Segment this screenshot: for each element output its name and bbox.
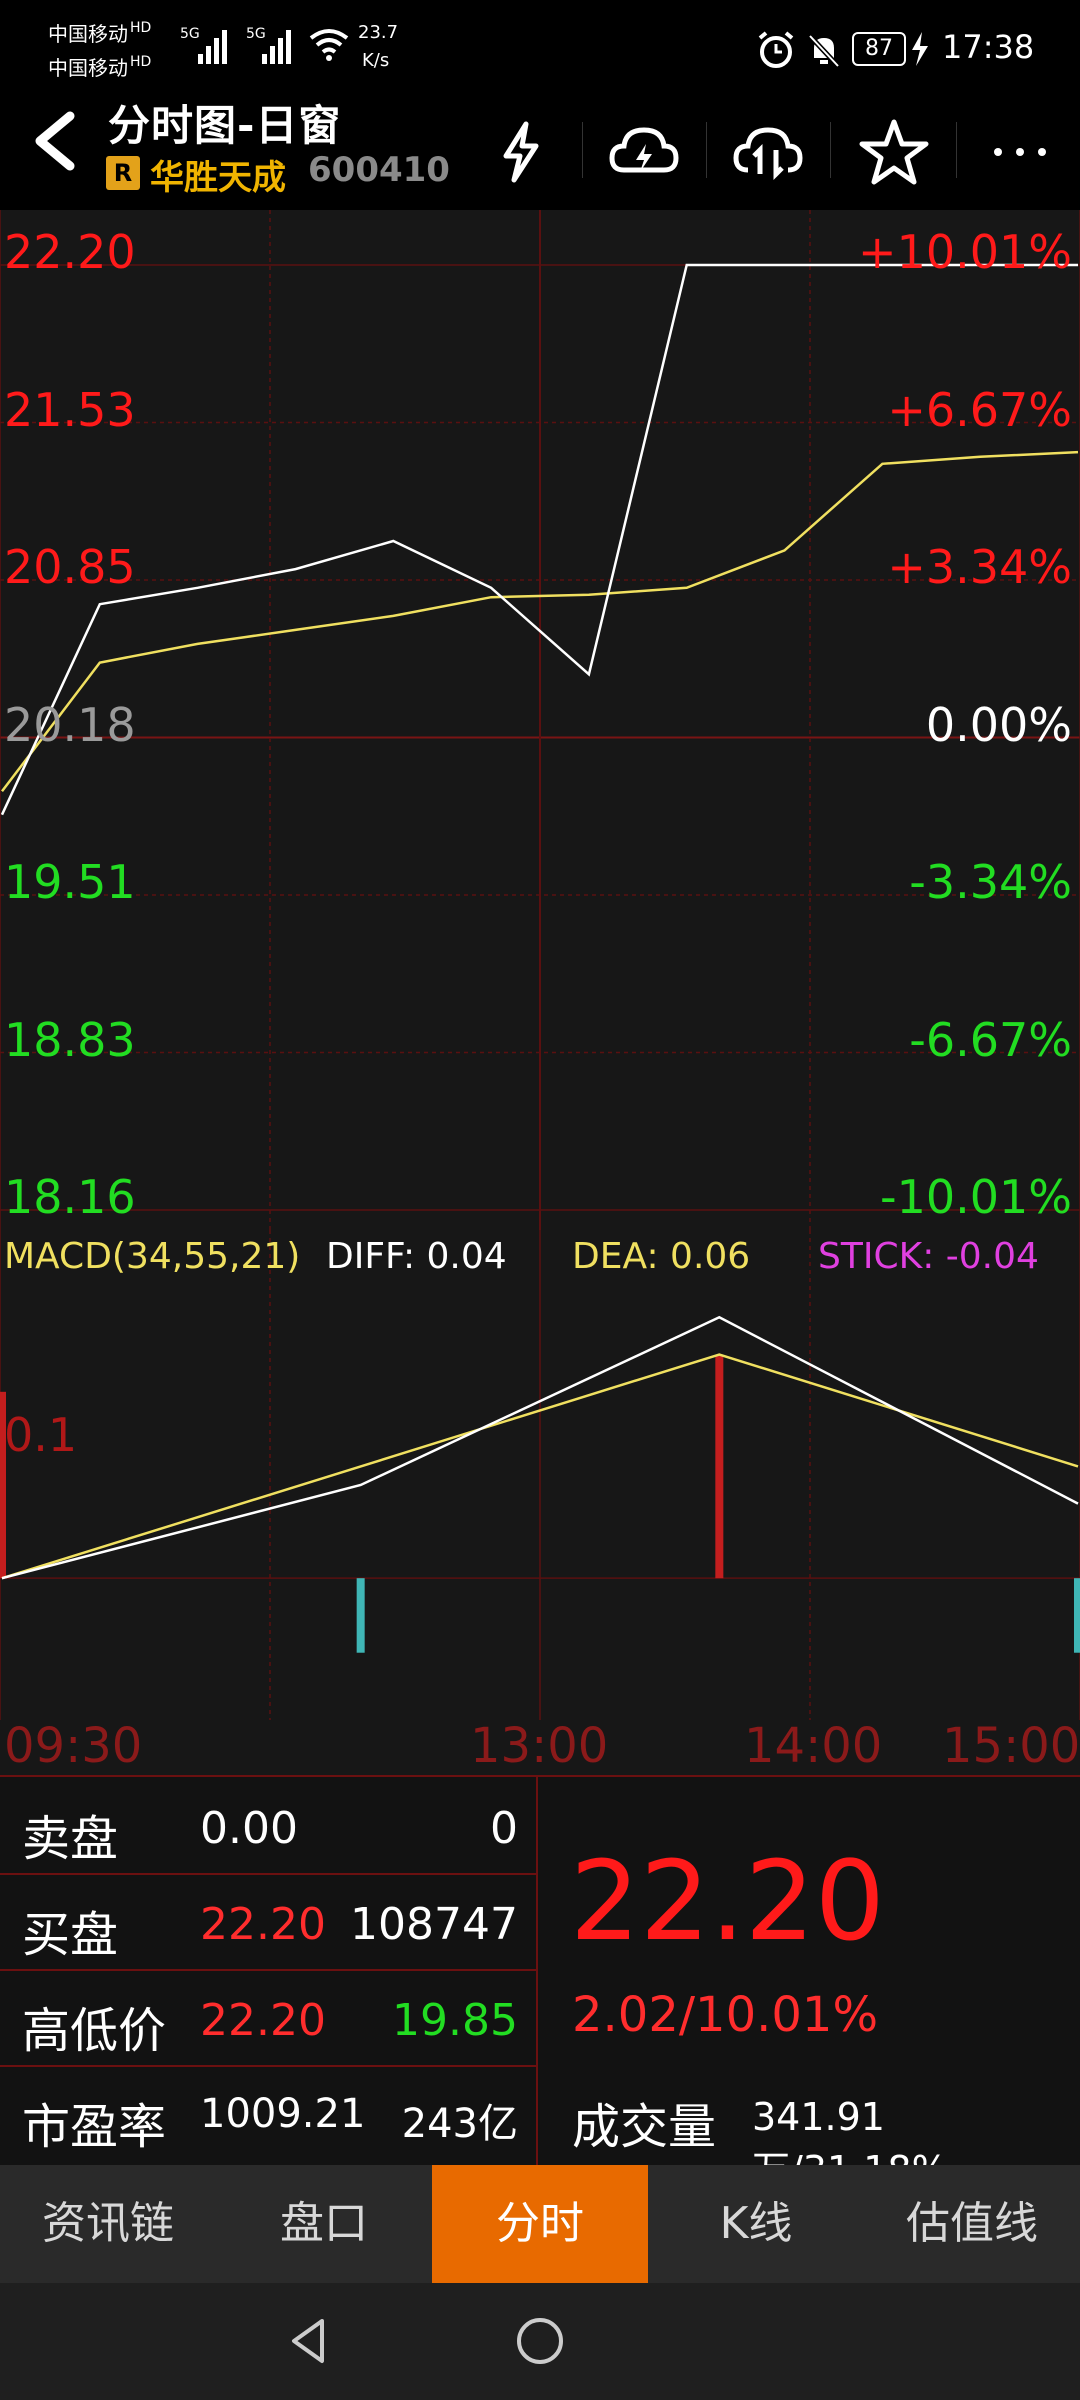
time-label-1300: 13:00 <box>470 1718 609 1774</box>
tab-intraday[interactable]: 分时 <box>432 2165 648 2283</box>
diff-label: DIFF: 0.04 <box>326 1236 507 1277</box>
header-divider <box>706 122 707 178</box>
quote-divider <box>536 1777 538 2167</box>
price-change: 2.02/10.01% <box>572 1987 879 2043</box>
percent-tick-label: -6.67% <box>909 1012 1072 1067</box>
more-icon[interactable] <box>982 114 1058 190</box>
signal-icon-2 <box>262 30 291 64</box>
charging-icon <box>912 32 928 66</box>
battery-indicator: 87 <box>852 32 906 66</box>
buy-label: 买盘 <box>22 1907 119 1963</box>
price-tick-label: 20.18 <box>4 697 136 752</box>
price-tick-label: 18.83 <box>4 1012 136 1067</box>
macd-grid <box>0 1230 1080 1720</box>
buy-price: 22.20 <box>200 1899 326 1950</box>
macd-label: MACD(34,55,21) <box>4 1236 301 1277</box>
hd-badge-1: HD <box>130 20 152 36</box>
system-nav-bar <box>0 2283 1080 2400</box>
time-label-1400: 14:00 <box>744 1718 883 1774</box>
stick-label: STICK: -0.04 <box>818 1236 1039 1277</box>
price-tick-label: 19.51 <box>4 855 136 909</box>
wifi-icon <box>309 29 349 61</box>
last-price: 22.20 <box>570 1837 885 1965</box>
lightning-icon[interactable] <box>482 114 558 190</box>
header-divider <box>956 122 957 178</box>
macd-stick-bar <box>356 1578 365 1653</box>
percent-tick-label: -3.34% <box>909 855 1072 909</box>
market-cap: 243亿 <box>401 2101 518 2147</box>
macd-chart[interactable] <box>0 1230 1080 1720</box>
bottom-tab-bar: 资讯链 盘口 分时 K线 估值线 <box>0 2165 1080 2283</box>
tab-valuation[interactable]: 估值线 <box>864 2165 1080 2283</box>
price-grid <box>0 210 1080 1230</box>
macd-axis-label: 0.1 <box>4 1408 78 1462</box>
tab-order-book[interactable]: 盘口 <box>216 2165 432 2283</box>
sell-volume: 0 <box>490 1803 518 1854</box>
sell-row: 卖盘 0.00 0 <box>0 1777 536 1875</box>
pe-label: 市盈率 <box>22 2099 167 2155</box>
sell-label: 卖盘 <box>22 1811 119 1867</box>
pe-row: 市盈率 1009.21 243亿 <box>0 2065 536 2161</box>
carrier-2: 中国移动 <box>48 56 128 80</box>
cloud-lightning-icon[interactable] <box>606 114 682 190</box>
tab-kline[interactable]: K线 <box>648 2165 864 2283</box>
price-tick-label: 18.16 <box>4 1170 136 1224</box>
percent-tick-label: +10.01% <box>858 225 1072 279</box>
stock-code: 600410 <box>308 150 450 190</box>
nav-home-icon[interactable] <box>512 2313 568 2369</box>
macd-stick-bar <box>715 1354 724 1579</box>
header: 分时图-日窗 R 华胜天成 600410 <box>0 92 1080 210</box>
signal-icon <box>198 30 227 64</box>
intraday-price-chart[interactable] <box>0 210 1080 1230</box>
volume-label: 成交量 <box>572 2099 717 2155</box>
clock: 17:38 <box>942 28 1035 66</box>
stock-name[interactable]: 华胜天成 <box>150 150 286 199</box>
percent-tick-label: +3.34% <box>887 540 1072 594</box>
page-title: 分时图-日窗 <box>108 101 342 150</box>
sell-price: 0.00 <box>200 1803 298 1854</box>
high-low-label: 高低价 <box>22 2003 167 2059</box>
time-label-0930: 09:30 <box>4 1718 143 1774</box>
cloud-sync-icon[interactable] <box>730 114 806 190</box>
buy-volume: 108747 <box>350 1899 518 1950</box>
mute-bell-icon <box>808 34 840 68</box>
header-divider <box>582 122 583 178</box>
carrier-1: 中国移动 <box>48 22 128 46</box>
star-icon[interactable] <box>856 114 932 190</box>
percent-tick-label: -10.01% <box>880 1170 1072 1224</box>
macd-stick-bar <box>1074 1578 1080 1653</box>
r-badge: R <box>106 156 140 190</box>
high-low-row: 高低价 22.20 19.85 <box>0 1969 536 2067</box>
status-bar: 中国移动 中国移动 HD HD 5G 5G 23.7 K/s 87 17:38 <box>0 0 1080 92</box>
net-speed-value: 23.7 <box>358 22 399 43</box>
tab-info-chain[interactable]: 资讯链 <box>0 2165 216 2283</box>
hd-badge-2: HD <box>130 54 152 70</box>
quote-panel: 卖盘 0.00 0 买盘 22.20 108747 高低价 22.20 19.8… <box>0 1775 1080 2192</box>
back-arrow-icon[interactable] <box>22 106 92 176</box>
price-tick-label: 20.85 <box>4 540 136 594</box>
percent-tick-label: +6.67% <box>887 382 1072 437</box>
alarm-icon <box>758 31 794 68</box>
time-label-1500: 15:00 <box>942 1718 1080 1774</box>
high-price: 22.20 <box>200 1995 326 2046</box>
price-tick-label: 21.53 <box>4 382 136 437</box>
low-price: 19.85 <box>392 1995 518 2046</box>
nav-back-icon[interactable] <box>282 2313 338 2369</box>
dea-label: DEA: 0.06 <box>572 1236 751 1277</box>
pe-value: 1009.21 <box>200 2091 366 2137</box>
buy-row: 买盘 22.20 108747 <box>0 1873 536 1971</box>
percent-tick-label: 0.00% <box>925 697 1072 752</box>
header-divider <box>830 122 831 178</box>
price-tick-label: 22.20 <box>4 225 136 279</box>
net-type-1: 5G <box>180 26 200 42</box>
net-speed-unit: K/s <box>362 50 390 71</box>
